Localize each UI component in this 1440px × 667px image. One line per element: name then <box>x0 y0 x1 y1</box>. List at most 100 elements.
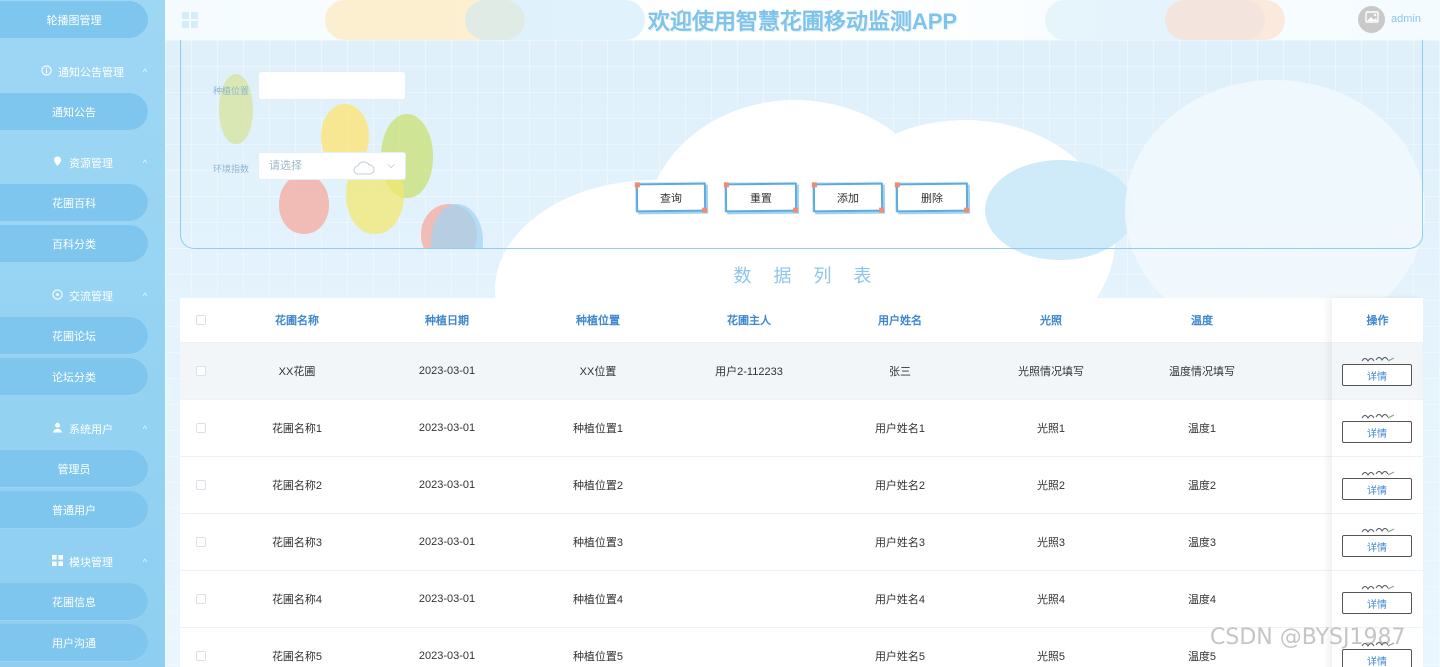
table-cell: 光照4 <box>1036 594 1066 606</box>
app-title: 欢迎使用智慧花圃移动监测APP <box>647 9 958 34</box>
add-button[interactable]: 添加 <box>812 182 884 213</box>
sidebar-item[interactable]: 花圃百科 <box>0 184 148 222</box>
row-checkbox[interactable] <box>196 594 206 604</box>
sidebar-item[interactable]: 通知公告 <box>0 93 148 131</box>
table-cell <box>674 457 824 513</box>
column-header[interactable]: 用户姓名 <box>825 298 975 342</box>
sidebar-item-label: 百科分类 <box>52 239 96 251</box>
select-all-checkbox[interactable] <box>196 315 206 325</box>
table-cell: 温度情况填写 <box>1169 366 1235 378</box>
operation-cell: 详情 <box>1332 571 1423 628</box>
sidebar-item[interactable]: 论坛分类 <box>0 358 148 396</box>
column-header[interactable]: 花圃主人 <box>674 298 824 342</box>
data-table: 花圃名称种植日期种植位置花圃主人用户姓名光照温度温XX花圃2023-03-01X… <box>180 298 1423 667</box>
detail-button[interactable]: 详情 <box>1342 528 1412 557</box>
delete-button[interactable]: 删除 <box>895 182 969 213</box>
table-cell: 种植位置5 <box>572 651 624 663</box>
sidebar-group[interactable]: 模块管理 ^ <box>0 549 165 575</box>
sidebar-item-label: 用户沟通 <box>52 638 96 650</box>
detail-button[interactable]: 详情 <box>1342 357 1412 386</box>
location-input[interactable] <box>258 72 406 100</box>
reset-button[interactable]: 重置 <box>724 182 798 213</box>
table-cell: 花圃名称3 <box>271 537 323 549</box>
sidebar-item[interactable]: 轮播图管理 <box>0 1 148 39</box>
sidebar-item[interactable]: 用户沟通 <box>0 624 148 662</box>
sidebar-item[interactable]: 普通用户 <box>0 491 148 529</box>
column-header[interactable]: 种植位置 <box>523 298 673 342</box>
table-cell: 种植位置2 <box>572 480 624 492</box>
row-checkbox[interactable] <box>196 423 206 433</box>
table-cell: 光照3 <box>1036 537 1066 549</box>
top-header: 欢迎使用智慧花圃移动监测APP admin <box>165 0 1440 40</box>
avatar[interactable] <box>1358 6 1385 33</box>
info-circle-icon <box>41 65 52 79</box>
column-header[interactable]: 光照 <box>976 298 1126 342</box>
cloud-icon <box>353 159 375 185</box>
row-checkbox[interactable] <box>196 366 206 376</box>
environment-select[interactable]: 请选择 ⌵ <box>258 152 406 180</box>
detail-button-label: 详情 <box>1367 542 1387 554</box>
table-cell <box>674 571 824 627</box>
sidebar-group[interactable]: 通知公告管理 ^ <box>0 59 165 85</box>
table-cell: 2023-03-01 <box>418 650 476 662</box>
column-header[interactable]: 温度 <box>1127 298 1277 342</box>
table-cell: 种植位置3 <box>572 537 624 549</box>
detail-button[interactable]: 详情 <box>1342 471 1412 500</box>
field-label-environment: 环境指数 <box>213 164 250 174</box>
main-content: 种植位置 环境指数 请选择 ⌵ 查询 重置 添加 删除 数据列表 花圃名称 种植日… <box>165 40 1440 667</box>
table-cell <box>674 514 824 570</box>
chevron-up-icon: ^ <box>142 557 147 567</box>
sidebar-item[interactable]: 花圃信息 <box>0 583 148 621</box>
location-pin-icon <box>52 156 63 170</box>
operation-cell: 详情 <box>1332 457 1423 514</box>
operation-cell: 详情 <box>1332 343 1423 400</box>
user-icon <box>52 422 63 436</box>
row-checkbox[interactable] <box>196 537 206 547</box>
chevron-up-icon: ^ <box>142 158 147 168</box>
table-cell: 用户姓名1 <box>874 423 926 435</box>
table-cell: 花圃名称1 <box>271 423 323 435</box>
sidebar-item-label: 花圃百科 <box>52 198 96 210</box>
chevron-up-icon: ^ <box>142 67 147 77</box>
row-checkbox[interactable] <box>196 651 206 661</box>
username[interactable]: admin <box>1391 13 1421 25</box>
table-cell: 用户姓名2 <box>874 480 926 492</box>
column-header[interactable]: 种植日期 <box>372 298 522 342</box>
sidebar-item[interactable]: 管理员 <box>0 450 148 488</box>
sidebar-item-label: 普通用户 <box>52 505 96 517</box>
grid-icon <box>52 555 63 569</box>
chevron-down-icon: ⌵ <box>387 160 395 171</box>
table-cell: 光照5 <box>1036 651 1066 663</box>
table-row[interactable]: XX花圃 2023-03-01 XX位置 用户2-112233 张三 光照情况填写 温度情况… <box>180 343 1423 400</box>
sidebar-group[interactable]: 资源管理 ^ <box>0 150 165 176</box>
sidebar-item[interactable]: 花圃论坛 <box>0 317 148 355</box>
column-header[interactable]: 花圃名称 <box>222 298 372 342</box>
environment-select-placeholder: 请选择 <box>269 160 302 172</box>
sidebar-group[interactable]: 系统用户 ^ <box>0 416 165 442</box>
row-checkbox[interactable] <box>196 480 206 490</box>
operation-cell: 详情 <box>1332 400 1423 457</box>
sidebar-item-label: 花圃信息 <box>52 597 96 609</box>
table-row[interactable]: 花圃名称2 2023-03-01 种植位置2 用户姓名2 光照2 温度2 <box>180 457 1423 514</box>
chevron-up-icon: ^ <box>142 424 147 434</box>
sidebar-group-label: 资源管理 <box>69 158 113 170</box>
detail-button[interactable]: 详情 <box>1342 585 1412 614</box>
image-icon <box>1364 10 1379 29</box>
detail-button-label: 详情 <box>1367 599 1387 611</box>
table-cell: 花圃名称4 <box>271 594 323 606</box>
detail-button[interactable]: 详情 <box>1342 642 1412 667</box>
table-cell: 花圃名称5 <box>271 651 323 663</box>
sidebar-item-label: 论坛分类 <box>52 372 96 384</box>
sidebar-item[interactable]: 百科分类 <box>0 225 148 263</box>
sidebar-group[interactable]: 交流管理 ^ <box>0 283 165 309</box>
detail-button-label: 详情 <box>1367 428 1387 440</box>
table-cell: 光照情况填写 <box>1018 366 1084 378</box>
detail-button[interactable]: 详情 <box>1342 414 1412 443</box>
operation-cell: 详情 <box>1332 514 1423 571</box>
table-row[interactable]: 花圃名称4 2023-03-01 种植位置4 用户姓名4 光照4 温度4 <box>180 571 1423 628</box>
table-row[interactable]: 花圃名称1 2023-03-01 种植位置1 用户姓名1 光照1 温度1 <box>180 400 1423 457</box>
birds-icon <box>1361 526 1395 537</box>
search-panel: 种植位置 环境指数 请选择 ⌵ 查询 重置 添加 删除 <box>180 40 1423 249</box>
query-button[interactable]: 查询 <box>635 182 707 213</box>
table-row[interactable]: 花圃名称3 2023-03-01 种植位置3 用户姓名3 光照3 温度3 <box>180 514 1423 571</box>
